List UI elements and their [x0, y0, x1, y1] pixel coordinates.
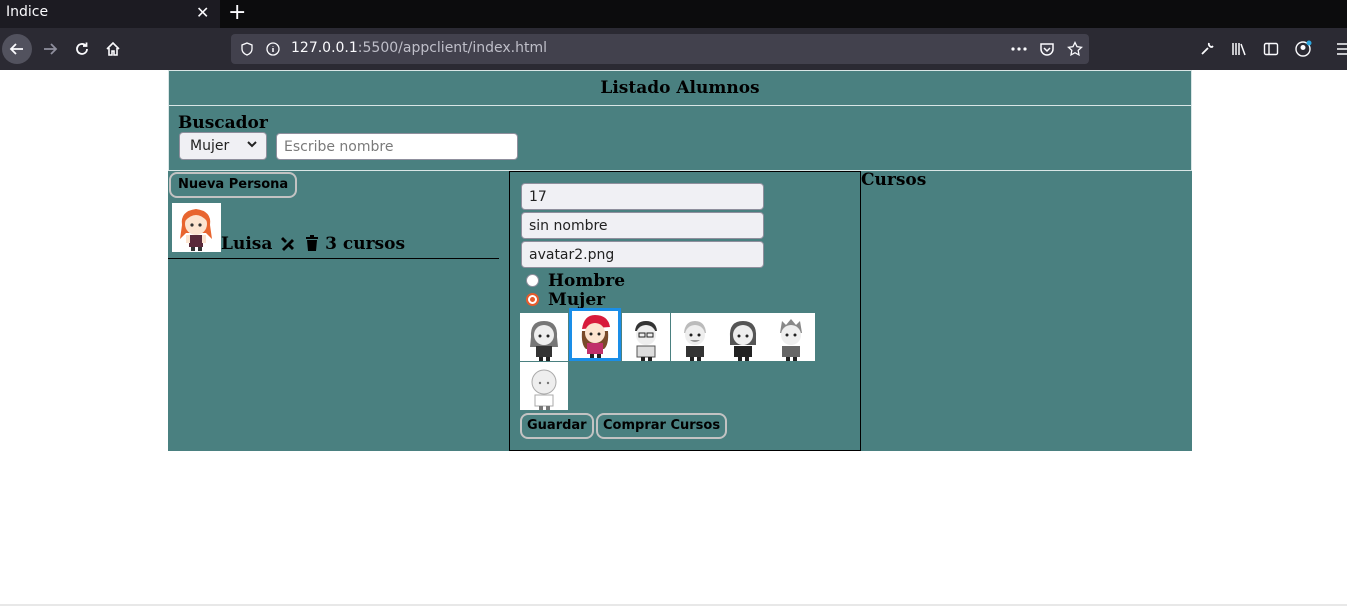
reload-button[interactable] — [67, 34, 97, 64]
new-tab-icon[interactable]: + — [228, 0, 246, 26]
name-search-input[interactable]: Escribe nombre — [276, 133, 518, 160]
person-name[interactable]: Luisa — [221, 234, 272, 254]
library-icon[interactable] — [1224, 34, 1254, 64]
search-title: Buscador — [178, 113, 268, 133]
home-icon — [106, 41, 120, 56]
person-form: 17 sin nombre avatar2.png Hombre Mujer G… — [509, 171, 861, 451]
list-item: Luisa 3 cursos — [168, 203, 499, 259]
bookmark-star-icon[interactable] — [1065, 39, 1085, 59]
arrow-right-icon — [44, 43, 58, 55]
gender-select-value: Mujer — [190, 138, 230, 154]
avatar-field[interactable]: avatar2.png — [521, 241, 764, 268]
new-person-button[interactable]: Nueva Persona — [169, 172, 298, 198]
avatar[interactable] — [172, 203, 221, 252]
address-bar[interactable]: 127.0.0.1:5500/appclient/index.html — [231, 34, 1089, 64]
search-panel: Buscador Mujer Escribe nombre — [168, 106, 1192, 171]
arrow-left-icon — [9, 43, 23, 55]
menu-icon[interactable] — [1328, 34, 1347, 64]
gender-select[interactable]: Mujer — [179, 132, 267, 160]
page-header: Listado Alumnos — [168, 70, 1192, 106]
avatar-option[interactable] — [520, 313, 568, 361]
edit-tools-icon[interactable] — [280, 234, 297, 256]
name-field[interactable]: sin nombre — [521, 212, 764, 239]
url-text: 127.0.0.1:5500/appclient/index.html — [291, 40, 548, 56]
courses-title: Cursos — [861, 170, 927, 190]
avatar-option[interactable] — [767, 313, 815, 361]
id-field[interactable]: 17 — [521, 183, 764, 210]
tab-title: Indice — [6, 4, 49, 20]
back-button[interactable] — [2, 34, 32, 64]
avatar-option-selected[interactable] — [569, 308, 621, 361]
buy-courses-button[interactable]: Comprar Cursos — [596, 413, 728, 439]
pocket-icon[interactable] — [1037, 39, 1057, 59]
account-icon[interactable] — [1288, 34, 1318, 64]
radio-mujer-label: Mujer — [548, 290, 606, 310]
chevron-down-icon — [246, 138, 258, 154]
wrench-icon[interactable] — [1192, 34, 1222, 64]
page-title: Listado Alumnos — [600, 78, 760, 98]
more-actions-icon[interactable] — [1009, 39, 1029, 59]
close-tab-icon[interactable]: ✕ — [196, 3, 209, 22]
person-summary: Luisa 3 cursos — [221, 234, 405, 256]
course-count: 3 cursos — [325, 234, 406, 254]
home-button[interactable] — [98, 34, 128, 64]
people-list: Nueva Persona Luisa 3 cursos — [168, 171, 509, 451]
courses-panel: Cursos — [861, 170, 1192, 451]
app-container: Listado Alumnos Buscador Mujer Escribe n… — [168, 70, 1192, 451]
avatar-option[interactable] — [671, 313, 719, 361]
avatar-option[interactable] — [719, 313, 767, 361]
info-icon[interactable] — [263, 39, 283, 59]
browser-toolbar: 127.0.0.1:5500/appclient/index.html — [0, 28, 1347, 70]
avatar-option[interactable] — [622, 313, 670, 361]
shield-icon[interactable] — [237, 39, 257, 59]
avatar-option[interactable] — [520, 362, 568, 410]
radio-hombre[interactable] — [526, 274, 539, 287]
trash-icon[interactable] — [305, 235, 319, 256]
forward-button[interactable] — [35, 34, 65, 64]
browser-tab[interactable]: Indice ✕ — [0, 0, 220, 28]
radio-mujer[interactable] — [526, 293, 539, 306]
browser-tab-bar: Indice ✕ + — [0, 0, 1347, 28]
sidebar-icon[interactable] — [1256, 34, 1286, 64]
reload-icon — [76, 42, 88, 55]
radio-hombre-label: Hombre — [548, 271, 626, 291]
save-button[interactable]: Guardar — [520, 413, 594, 439]
